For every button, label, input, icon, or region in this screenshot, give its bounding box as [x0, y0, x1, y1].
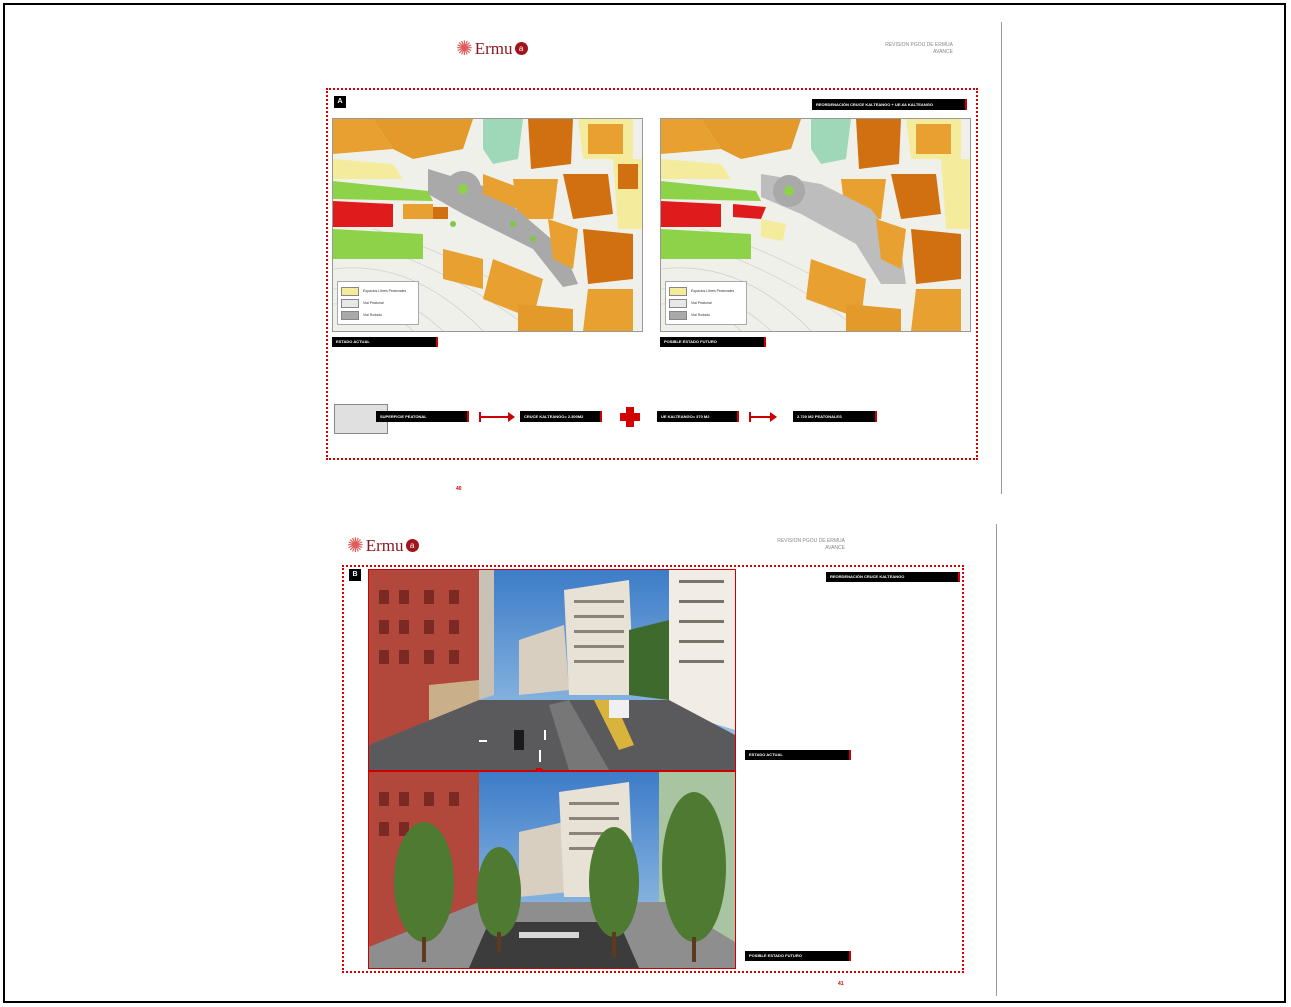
map-future-state: Espacios Libres Peatonales Vial Peatonal…: [660, 118, 971, 332]
page-edge-line: [996, 524, 997, 996]
summary-label-total: 2.720 M2 PEATONALES: [793, 411, 877, 422]
legend-swatch: [341, 286, 359, 296]
legend-row: Vial Rodado: [341, 309, 415, 321]
summary-label-ue: UE KALTEANGO= 370 M2: [657, 411, 739, 422]
legend-swatch: [341, 310, 359, 320]
red-arrow-right-icon: [479, 412, 515, 422]
legend-swatch: [669, 310, 687, 320]
map-legend-left: Espacios Libres Peatonales Vial Peatonal…: [337, 281, 419, 325]
red-arrow-right-icon: [749, 412, 777, 422]
logo-emblem-icon: ✺: [347, 535, 364, 557]
summary-label-surface: SUPERFICIE PEATONAL: [376, 411, 469, 422]
legend-label: Vial Rodado: [691, 313, 711, 317]
legend-label: Espacios Libres Peatonales: [691, 289, 735, 293]
section-number: B: [349, 569, 361, 581]
legend-row: Vial Peatonal: [669, 297, 743, 309]
logo-emblem-icon: ✺: [456, 38, 473, 60]
map-current-state: Espacios Libres Peatonales Vial Peatonal…: [332, 118, 643, 332]
legend-row: Espacios Libres Peatonales: [669, 285, 743, 297]
header-subtitle: AVANCE: [933, 49, 953, 55]
section-number: A: [334, 96, 346, 108]
legend-label: Vial Peatonal: [363, 301, 384, 305]
legend-row: Vial Peatonal: [341, 297, 415, 309]
street-photo-future: [369, 772, 735, 968]
legend-row: Vial Rodado: [669, 309, 743, 321]
ermua-logo: ✺ Ermu a: [347, 533, 419, 558]
legend-swatch: [669, 298, 687, 308]
header-title: REVISION PGOU DE ERMUA: [885, 42, 953, 48]
legend-swatch: [341, 298, 359, 308]
legend-swatch: [669, 286, 687, 296]
map-legend-right: Espacios Libres Peatonales Vial Peatonal…: [665, 281, 747, 325]
page-edge-line: [1001, 22, 1002, 494]
legend-label: Vial Peatonal: [691, 301, 712, 305]
street-photo-current: [369, 570, 735, 770]
logo-text: Ermu: [474, 38, 513, 58]
ermua-logo: ✺ Ermu a: [456, 36, 528, 61]
photo-future-state: [368, 771, 736, 969]
header-title: REVISION PGOU DE ERMUA: [777, 538, 845, 544]
legend-label: Espacios Libres Peatonales: [363, 289, 407, 293]
section-title-bar: REORDENACIÓN CRUCE KALTEANGO: [826, 572, 960, 582]
legend-label: Vial Rodado: [363, 313, 383, 317]
red-plus-icon: [620, 407, 640, 427]
legend-row: Espacios Libres Peatonales: [341, 285, 415, 297]
caption-future-state: POSIBLE ESTADO FUTURO: [745, 951, 851, 961]
summary-label-cruce: CRUCE KALTEANGO= 2.300M2: [520, 411, 602, 422]
caption-current-state: ESTADO ACTUAL: [745, 750, 851, 760]
logo-text: Ermu: [365, 535, 404, 555]
logo-badge: a: [405, 539, 419, 552]
logo-badge: a: [514, 42, 528, 55]
page-number: 41: [838, 981, 844, 987]
page-number: 40: [456, 486, 462, 492]
header-subtitle: AVANCE: [825, 545, 845, 551]
photo-current-state: [368, 569, 736, 771]
caption-current-state: ESTADO ACTUAL: [332, 337, 438, 347]
page-header: REVISION PGOU DE ERMUA AVANCE: [860, 42, 953, 56]
caption-future-state: POSIBLE ESTADO FUTURO: [660, 337, 766, 347]
section-title-bar: REORDENACIÓN CRUCE KALTEANGO + UE-6A KAL…: [812, 99, 967, 110]
page-header: REVISION PGOU DE ERMUA AVANCE: [752, 538, 845, 552]
